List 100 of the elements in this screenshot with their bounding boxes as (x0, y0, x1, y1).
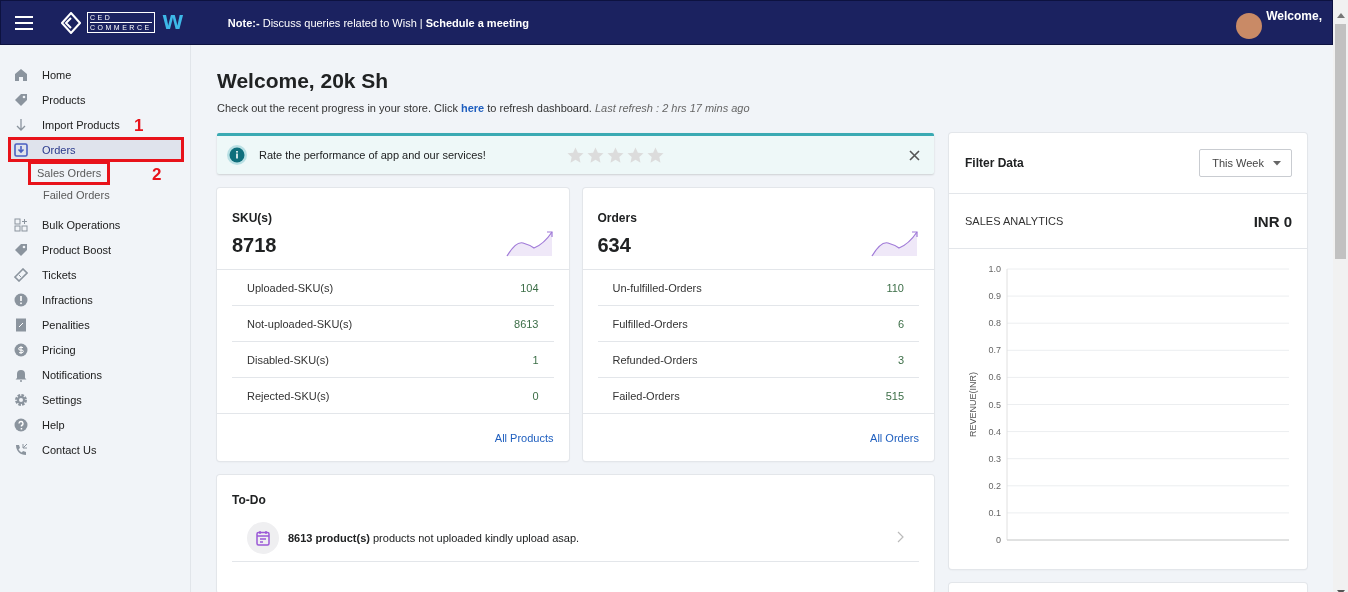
arrow-down-icon (14, 117, 28, 132)
bell-icon (14, 367, 28, 382)
tick-label: 1.0 (988, 264, 1001, 274)
callout-number: 2 (152, 165, 162, 185)
exclamation-icon (14, 292, 28, 307)
sidebar-item[interactable]: Contact Us (8, 437, 101, 462)
card-value: 634 (597, 234, 632, 257)
tick-label: 0.1 (988, 507, 1001, 518)
star-icon (627, 146, 644, 164)
stat-value: 8613 (514, 317, 539, 330)
star-rating[interactable] (567, 146, 664, 164)
tick-label: 0.3 (988, 453, 1001, 464)
stat-label: Not-uploaded-SKU(s) (247, 317, 353, 330)
receipt-icon (14, 317, 28, 332)
sidebar-item[interactable]: Help (8, 412, 69, 437)
diamond-logo-icon (61, 11, 81, 34)
period-dropdown[interactable]: This Week (1199, 149, 1292, 177)
subtitle-text: Check out the recent progress in your store. Click here to refresh dashboard. Last refresh : 2 hrs 17 mins ago (217, 102, 751, 114)
star-icon (647, 146, 664, 164)
stat-value: 515 (885, 389, 904, 402)
tick-label: 0.7 (988, 345, 1001, 356)
trend-line-icon (871, 229, 919, 257)
stat-value: 0 (532, 389, 539, 402)
settings-icon (14, 392, 28, 407)
card-value: 8718 (232, 234, 277, 257)
star-icon (567, 146, 584, 164)
axis-title: REVENUE(INR) (968, 372, 978, 437)
callout-number: 1 (134, 116, 144, 136)
home-icon (14, 67, 28, 82)
welcome-text: Welcome, (1266, 8, 1322, 23)
help-icon (14, 417, 28, 432)
sidebar-item[interactable]: Settings (8, 387, 86, 412)
phone-icon (14, 442, 28, 457)
tick-label: 0.4 (988, 426, 1001, 437)
sidebar-item[interactable]: Bulk Operations (8, 212, 125, 237)
chevron-right-icon (897, 531, 904, 543)
rating-text: Rate the performance of app and our services! (259, 149, 487, 161)
tick-label: 0.6 (988, 372, 1001, 383)
scroll-up-icon (1336, 13, 1345, 18)
stat-label: Refunded-Orders (612, 353, 698, 366)
view-all-link[interactable]: All Products (494, 431, 554, 444)
scrollbar-thumb[interactable] (1335, 24, 1346, 259)
sidebar-item[interactable]: Import Products (8, 112, 124, 137)
sidebar-item[interactable]: Orders (8, 137, 184, 162)
close-button[interactable] (909, 149, 920, 161)
menu-icon (15, 15, 33, 30)
tick-label: 0.9 (988, 291, 1001, 302)
page-title: Welcome, 20k Sh (217, 69, 390, 93)
star-icon (607, 146, 624, 164)
stat-value: 3 (897, 353, 904, 366)
card-title: Filter Data (965, 156, 1024, 170)
view-all-link[interactable]: All Orders (870, 431, 919, 444)
sidebar-item[interactable]: Penalities (8, 312, 94, 337)
logo-mark: w (162, 6, 183, 33)
close-icon (909, 149, 920, 161)
tag-icon (14, 242, 28, 257)
sales-total: INR 0 (1253, 212, 1292, 230)
card-title: SKU(s) (232, 211, 273, 225)
tick-label: 0.2 (988, 480, 1001, 491)
sidebar-subitem[interactable]: Sales Orders (29, 162, 110, 184)
header-note: Note:- Discuss queries related to Wish | Schedule a meeting (227, 16, 530, 29)
info-icon (227, 145, 247, 165)
card-title: Orders (597, 211, 637, 225)
todo-item[interactable]: 8613 product(s) products not uploaded kindly upload asap. (232, 515, 919, 562)
sidebar-subitem[interactable]: Failed Orders (8, 184, 190, 206)
stat-value: 1 (532, 353, 539, 366)
menu-button[interactable] (15, 15, 33, 30)
ticket-icon (14, 267, 28, 282)
star-icon (587, 146, 604, 164)
calendar-icon (247, 522, 279, 554)
sidebar-item[interactable]: Products (8, 87, 90, 112)
stat-label: Rejected-SKU(s) (247, 389, 330, 402)
stat-label: Uploaded-SKU(s) (247, 281, 334, 294)
stat-value: 110 (886, 281, 904, 294)
download-box-icon (14, 142, 28, 157)
sidebar-item[interactable]: Home (8, 62, 76, 87)
tick-label: 0 (996, 535, 1001, 545)
card-title: To-Do (232, 493, 267, 507)
section-title: SALES ANALYTICS (965, 215, 1064, 227)
dollar-icon (14, 342, 28, 357)
tick-label: 0.8 (988, 318, 1001, 329)
tag-icon (14, 92, 28, 107)
refresh-link[interactable]: here (460, 102, 485, 114)
stat-label: Un-fulfilled-Orders (612, 281, 702, 294)
stat-value: 6 (897, 317, 904, 330)
sidebar-item[interactable]: Notifications (8, 362, 106, 387)
avatar (1236, 12, 1263, 39)
sidebar-item[interactable]: Product Boost (8, 237, 116, 262)
sidebar-item[interactable]: Tickets (8, 262, 81, 287)
stat-label: Failed-Orders (612, 389, 680, 402)
grid-plus-icon (14, 217, 28, 232)
todo-text: 8613 product(s) products not uploaded kindly upload asap. (288, 532, 580, 544)
sidebar-item[interactable]: Infractions (8, 287, 97, 312)
stat-label: Disabled-SKU(s) (247, 353, 329, 366)
sidebar-item[interactable]: Pricing (8, 337, 80, 362)
trend-line-icon (505, 229, 554, 257)
stat-value: 104 (520, 281, 539, 294)
tick-label: 0.5 (988, 399, 1001, 410)
caret-icon (1273, 160, 1281, 166)
stat-label: Fulfilled-Orders (612, 317, 688, 330)
